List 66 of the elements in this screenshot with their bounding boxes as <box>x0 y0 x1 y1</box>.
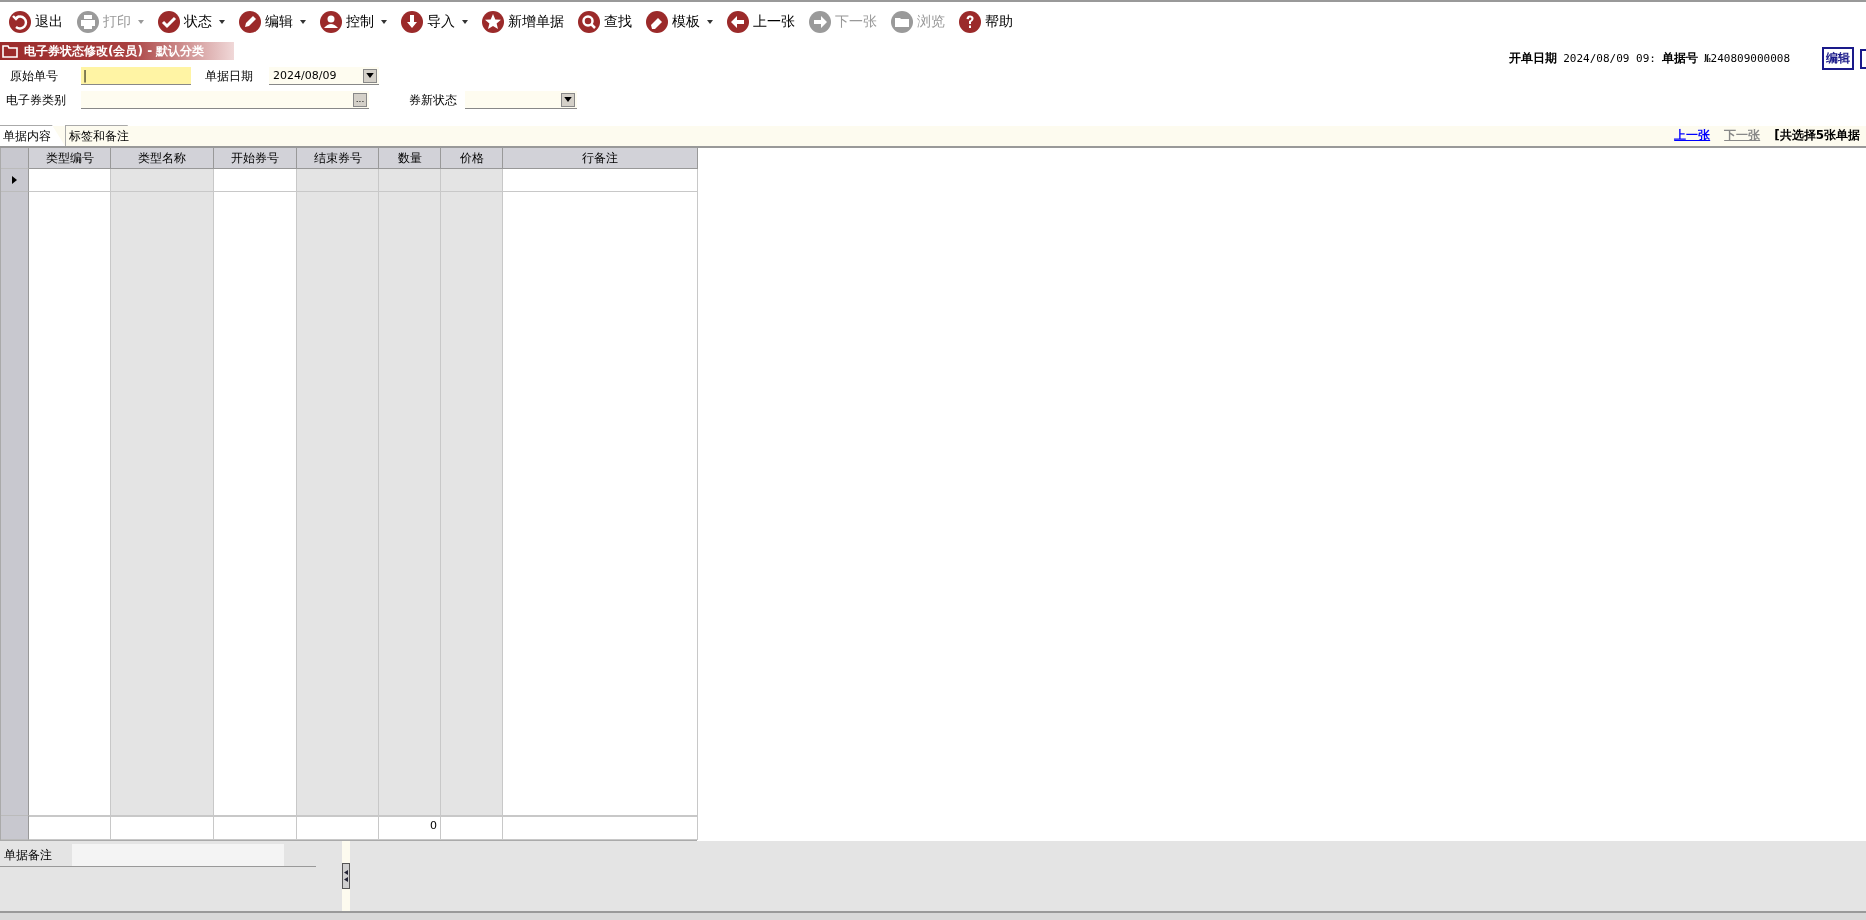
remarks-field[interactable] <box>72 844 284 866</box>
toolbar-button[interactable]: 控制 <box>317 7 389 37</box>
person-icon <box>319 10 343 34</box>
column-header[interactable]: 类型编号 <box>29 148 111 169</box>
toolbar-button[interactable]: 查找 <box>575 7 634 37</box>
caret-icon <box>381 20 387 24</box>
dropdown-icon <box>366 73 374 78</box>
toolbar-button[interactable]: 模板 <box>643 7 715 37</box>
column-header[interactable]: 数量 <box>379 148 441 169</box>
checkmark-icon <box>157 10 181 34</box>
dropdown-icon <box>564 97 572 102</box>
collapse-icon <box>344 869 348 883</box>
edit-button[interactable]: 编辑 <box>1822 47 1854 70</box>
column-header[interactable]: 行备注 <box>503 148 698 169</box>
field-label: 单据日期 <box>205 67 254 85</box>
caret-icon <box>707 20 713 24</box>
toolbar-button[interactable]: 帮助 <box>956 7 1015 37</box>
date-label: 开单日期 <box>1509 50 1558 67</box>
toolbar-button[interactable]: 新增单据 <box>479 7 566 37</box>
column-header[interactable]: 结束券号 <box>297 148 379 169</box>
collapse-handle[interactable] <box>342 863 350 889</box>
remarks-label: 单据备注 <box>4 847 52 864</box>
original-number-field[interactable]: | <box>81 67 191 85</box>
pen-icon <box>238 10 262 34</box>
folder-icon <box>890 10 914 34</box>
toolbar-button[interactable]: 状态 <box>155 7 227 37</box>
total-cell: 0 <box>379 816 441 840</box>
table-cell[interactable] <box>297 169 379 192</box>
number-value: №240809000008 <box>1703 52 1790 65</box>
table-cell[interactable] <box>214 169 297 192</box>
field-label: 券新状态 <box>409 91 458 109</box>
help-icon <box>958 10 982 34</box>
date-dropdown[interactable]: 2024/08/09 <box>269 67 379 85</box>
table-cell[interactable] <box>503 169 698 192</box>
column-header[interactable]: 价格 <box>441 148 503 169</box>
field-label: 电子券类别 <box>5 91 67 109</box>
table-cell[interactable] <box>441 169 503 192</box>
column-header[interactable]: 开始券号 <box>214 148 297 169</box>
number-label: 单据号 <box>1661 50 1698 67</box>
printer-icon <box>76 10 100 34</box>
selection-summary: [共选择5张单据 <box>1774 127 1860 144</box>
toolbar-button[interactable]: 导入 <box>398 7 470 37</box>
toolbar-button[interactable]: 退出 <box>6 7 65 37</box>
state-dropdown[interactable] <box>465 91 577 109</box>
folder-icon <box>2 44 18 58</box>
caret-icon <box>300 20 306 24</box>
field-label: 原始单号 <box>9 67 59 85</box>
undo-icon <box>8 10 32 34</box>
date-value: 2024/08/09 09: <box>1563 52 1656 65</box>
tab[interactable]: 单据内容 <box>0 125 65 146</box>
form-title: 电子券状态修改(会员) - 默认分类 <box>24 42 205 60</box>
search-icon <box>577 10 601 34</box>
table-cell[interactable] <box>29 169 111 192</box>
toolbar-button[interactable]: 上一张 <box>724 7 797 37</box>
caret-icon <box>138 20 144 24</box>
previous-link[interactable]: 上一张 <box>1674 127 1711 144</box>
table-cell[interactable] <box>111 169 214 192</box>
column-header[interactable]: 类型名称 <box>111 148 214 169</box>
toolbar-button[interactable]: 编辑 <box>236 7 308 37</box>
caret-icon <box>462 20 468 24</box>
eraser-icon <box>645 10 669 34</box>
caret-icon <box>219 20 225 24</box>
table-cell[interactable] <box>379 169 441 192</box>
current-row-icon <box>12 176 17 184</box>
total-cell <box>441 816 503 840</box>
coupon-type-field[interactable]: ... <box>81 91 369 109</box>
